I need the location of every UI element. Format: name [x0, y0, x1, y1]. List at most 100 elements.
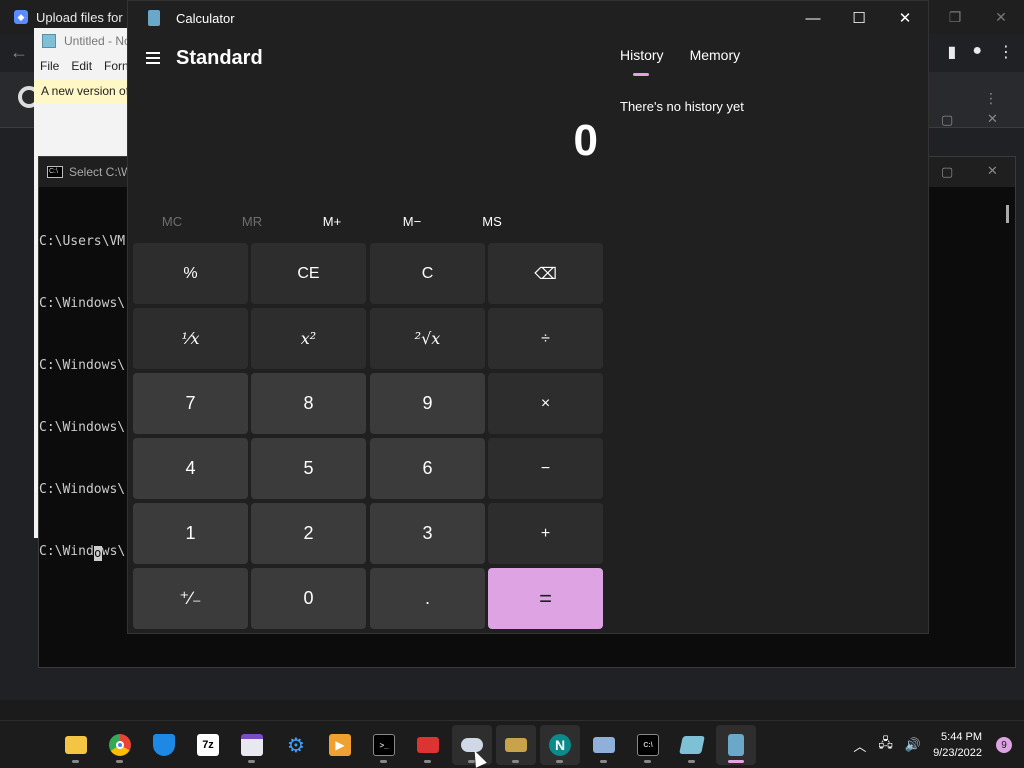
taskbar-app-gear[interactable]: ⚙	[276, 725, 316, 765]
system-tray: ︿ 🖧 🔊 5:44 PM 9/23/2022 9	[853, 721, 1024, 768]
memory-add-button[interactable]: M+	[292, 209, 372, 235]
sidebar-icon[interactable]: ▮	[948, 42, 957, 62]
memory-recall-button[interactable]: MR	[212, 209, 292, 235]
calculator-mode-title: Standard	[176, 47, 263, 69]
percent-button[interactable]: %	[133, 243, 248, 304]
clock[interactable]: 5:44 PM 9/23/2022	[933, 729, 982, 761]
tab-memory[interactable]: Memory	[690, 47, 741, 63]
back-arrow-icon[interactable]: ←	[10, 42, 28, 63]
cmd-icon: C:\	[47, 166, 63, 178]
chevron-up-icon[interactable]: ︿	[853, 736, 866, 755]
taskbar-app-browser[interactable]	[232, 725, 272, 765]
backspace-icon: ⌫	[534, 265, 557, 283]
memory-clear-button[interactable]: MC	[132, 209, 212, 235]
tab-history[interactable]: History	[620, 47, 664, 76]
browser-toolbar-icons: ▮ ● ⋮	[948, 42, 1014, 62]
toolbox-icon	[417, 737, 439, 753]
calculator-icon	[728, 734, 744, 756]
taskbar-media[interactable]: ▶	[320, 725, 360, 765]
clear-entry-button[interactable]: CE	[251, 243, 366, 304]
close-button[interactable]: ✕	[882, 1, 928, 35]
hamburger-menu-icon[interactable]	[144, 47, 164, 69]
terminal-maximize-icon[interactable]: ▢	[941, 164, 953, 180]
maximize-button[interactable]: ☐	[836, 1, 882, 35]
taskbar-start[interactable]	[12, 725, 52, 765]
terminal-output[interactable]: C:\Users\VM C:\Windows\ C:\Windows\ C:\W…	[39, 203, 125, 605]
7zip-label: 7z	[202, 739, 214, 751]
square-root-button[interactable]: ²√x	[370, 308, 485, 369]
digit-5-button[interactable]: 5	[251, 438, 366, 499]
netscape-icon: N	[549, 734, 571, 756]
taskbar-network[interactable]	[584, 725, 624, 765]
browser-tab-title: Upload files for	[36, 9, 123, 25]
reciprocal-button[interactable]: ⅟x	[133, 308, 248, 369]
backspace-button[interactable]: ⌫	[488, 243, 603, 304]
browser-close-button[interactable]: ✕	[978, 0, 1024, 34]
menu-format[interactable]: Forn	[104, 59, 129, 73]
negate-button[interactable]: ⁺∕₋	[133, 568, 248, 629]
calculator-titlebar[interactable]: Calculator — ☐ ✕	[128, 1, 928, 35]
network-status-icon[interactable]: 🖧	[878, 734, 893, 756]
menu-edit[interactable]: Edit	[71, 59, 92, 73]
notepad-icon	[42, 34, 56, 48]
taskbar-file-explorer[interactable]	[56, 725, 96, 765]
browser-tab[interactable]: ◆ Upload files for	[14, 4, 123, 30]
square-button[interactable]: x²	[251, 308, 366, 369]
notification-badge[interactable]: 9	[996, 737, 1012, 753]
taskbar-netscape[interactable]: N	[540, 725, 580, 765]
taskbar-chrome[interactable]	[100, 725, 140, 765]
taskbar-defender[interactable]	[144, 725, 184, 765]
taskbar-cmd[interactable]: C:\	[628, 725, 668, 765]
taskbar-toolbox[interactable]	[408, 725, 448, 765]
divide-button[interactable]: ÷	[488, 308, 603, 369]
digit-6-button[interactable]: 6	[370, 438, 485, 499]
taskbar-scanner[interactable]	[496, 725, 536, 765]
prompt-text-before: C:\Wind	[39, 544, 94, 559]
window-maximize-icon[interactable]: ▢	[941, 112, 953, 128]
7zip-icon: 7z	[197, 734, 219, 756]
minimize-button[interactable]: —	[790, 1, 836, 35]
subtract-button[interactable]: −	[488, 438, 603, 499]
page-kebab-icon[interactable]: ⋮	[984, 90, 998, 107]
browser-restore-button[interactable]: ❐	[932, 0, 978, 34]
digit-7-button[interactable]: 7	[133, 373, 248, 434]
terminal-scrollbar[interactable]	[1006, 205, 1009, 223]
kebab-menu-icon[interactable]: ⋮	[998, 42, 1014, 62]
running-indicator	[72, 760, 79, 763]
multiply-button[interactable]: ×	[488, 373, 603, 434]
prompt-text-after: ws\	[101, 544, 126, 559]
taskbar-notepad[interactable]	[672, 725, 712, 765]
taskbar-calculator[interactable]	[716, 725, 756, 765]
notepad-icon	[679, 736, 705, 754]
add-button[interactable]: +	[488, 503, 603, 564]
window-close-icon[interactable]: ✕	[987, 111, 998, 127]
digit-4-button[interactable]: 4	[133, 438, 248, 499]
docs-icon: ◆	[14, 10, 28, 24]
running-indicator	[248, 760, 255, 763]
cog-icon: ⚙	[287, 734, 305, 757]
decimal-button[interactable]: .	[370, 568, 485, 629]
menu-file[interactable]: File	[40, 59, 59, 73]
memory-store-button[interactable]: MS	[452, 209, 532, 235]
digit-0-button[interactable]: 0	[251, 568, 366, 629]
history-empty-message: There's no history yet	[620, 99, 744, 114]
digit-1-button[interactable]: 1	[133, 503, 248, 564]
terminal-prompt[interactable]: C:\Windows\	[39, 543, 125, 575]
volume-icon[interactable]: 🔊	[905, 737, 921, 753]
digit-9-button[interactable]: 9	[370, 373, 485, 434]
notepad-titlebar: Untitled - No	[42, 34, 131, 48]
digit-2-button[interactable]: 2	[251, 503, 366, 564]
update-banner: A new version of	[34, 80, 134, 104]
clear-button[interactable]: C	[370, 243, 485, 304]
profile-icon[interactable]: ●	[972, 42, 982, 62]
equals-button[interactable]: =	[488, 568, 603, 629]
running-indicator	[116, 760, 123, 763]
terminal-close-icon[interactable]: ✕	[987, 163, 998, 179]
shield-icon	[153, 734, 175, 756]
memory-subtract-button[interactable]: M−	[372, 209, 452, 235]
running-indicator	[512, 760, 519, 763]
taskbar-7zip[interactable]: 7z	[188, 725, 228, 765]
digit-8-button[interactable]: 8	[251, 373, 366, 434]
taskbar-terminal[interactable]: >_	[364, 725, 404, 765]
digit-3-button[interactable]: 3	[370, 503, 485, 564]
